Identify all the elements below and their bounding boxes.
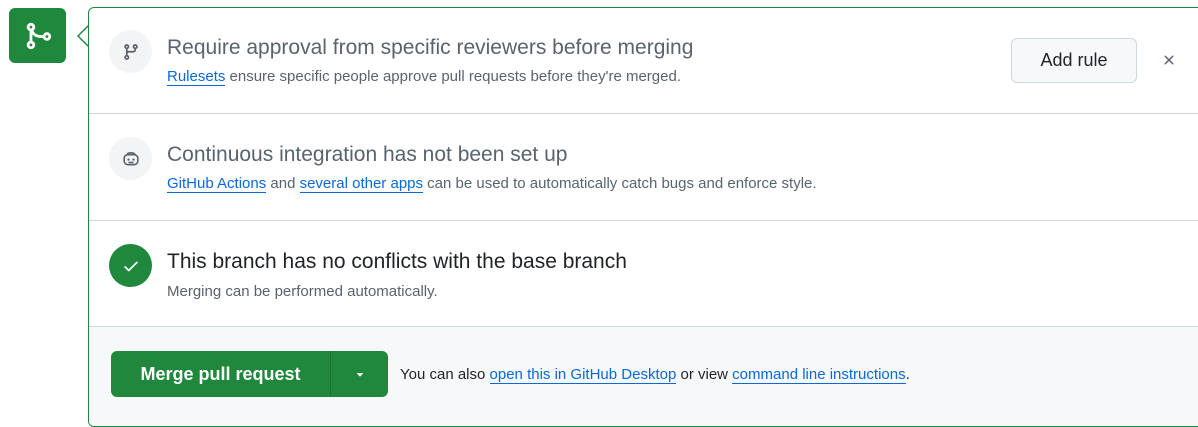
ci-description: GitHub Actions and several other apps ca… (167, 174, 817, 194)
close-icon[interactable] (1159, 50, 1179, 70)
pull-request-merge-icon (9, 8, 66, 63)
merge-hint-mid: or view (676, 366, 733, 383)
merge-pull-request-button[interactable]: Merge pull request (111, 351, 331, 397)
merge-box: Require approval from specific reviewers… (88, 7, 1198, 427)
merge-section: Merge pull request You can also open thi… (89, 327, 1198, 426)
ci-title: Continuous integration has not been set … (167, 143, 568, 166)
merge-hint-prefix: You can also (400, 366, 490, 383)
triangle-down-icon (356, 373, 363, 377)
merge-hint-suffix: . (905, 366, 910, 383)
conflicts-section: This branch has no conflicts with the ba… (89, 221, 1198, 327)
git-branch-icon (109, 30, 152, 73)
rulesets-section: Require approval from specific reviewers… (89, 8, 1198, 114)
merge-hint: You can also open this in GitHub Desktop… (400, 365, 910, 385)
add-rule-button[interactable]: Add rule (1011, 38, 1137, 83)
ci-section: Continuous integration has not been set … (89, 114, 1198, 221)
command-line-instructions-link[interactable]: command line instructions (732, 366, 906, 384)
ci-desc-text: can be used to automatically catch bugs … (423, 175, 817, 192)
conflicts-title: This branch has no conflicts with the ba… (167, 250, 627, 273)
github-actions-link[interactable]: GitHub Actions (167, 175, 267, 193)
check-icon (109, 244, 152, 287)
merge-options-dropdown[interactable] (331, 351, 388, 397)
rulesets-desc-text: ensure specific people approve pull requ… (225, 68, 681, 85)
ci-desc-mid: and (266, 175, 300, 192)
copilot-robot-icon (109, 137, 152, 180)
open-github-desktop-link[interactable]: open this in GitHub Desktop (489, 366, 677, 384)
merge-button-group: Merge pull request (111, 351, 388, 397)
rulesets-description: Rulesets ensure specific people approve … (167, 67, 681, 87)
rulesets-link[interactable]: Rulesets (167, 68, 226, 86)
rulesets-title: Require approval from specific reviewers… (167, 36, 694, 59)
conflicts-description: Merging can be performed automatically. (167, 283, 438, 300)
several-other-apps-link[interactable]: several other apps (299, 175, 423, 193)
